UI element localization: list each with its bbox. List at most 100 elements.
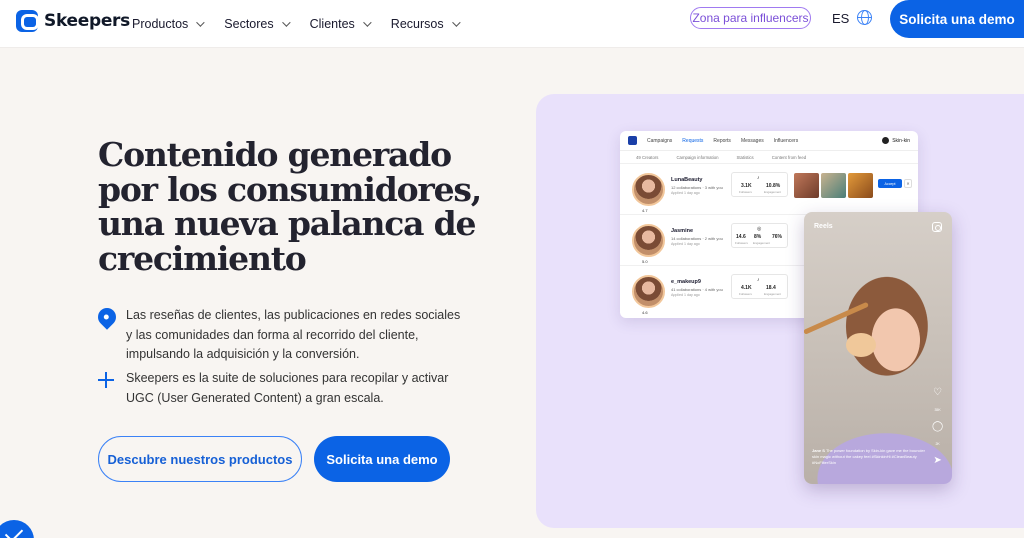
stat-label-2: Engagement bbox=[764, 190, 782, 194]
col-campaign: Campaign information bbox=[676, 154, 719, 160]
tiktok-icon: ♪ bbox=[757, 175, 760, 181]
col-content: Content from feed bbox=[771, 154, 807, 160]
reel-author: Jane S bbox=[812, 448, 825, 453]
creator-name: Jasmine bbox=[671, 228, 694, 234]
heart-icon[interactable]: ♡ bbox=[933, 388, 942, 398]
logo-text: Skeepers bbox=[44, 11, 130, 31]
main-menu: Productos Sectores Clientes Recursos bbox=[132, 0, 461, 48]
chevron-down-icon bbox=[362, 18, 372, 27]
share-icon[interactable]: ➤ bbox=[933, 456, 941, 466]
content-thumbnail[interactable] bbox=[821, 173, 846, 198]
stat-label-1: Followers bbox=[739, 190, 752, 194]
reel-preview[interactable]: Reels ♡ 35K ◯ 2K ➤ Jane S The power foun… bbox=[804, 212, 952, 484]
menu-recursos[interactable]: Recursos bbox=[390, 17, 461, 31]
comment-icon[interactable]: ◯ bbox=[932, 422, 943, 432]
avatar bbox=[632, 275, 665, 308]
influencer-zone-button[interactable]: Zona para influencers bbox=[690, 7, 811, 29]
creator-name: e_makeup9 bbox=[671, 279, 701, 285]
skeepers-logo-icon bbox=[16, 10, 39, 32]
stat-label-1: Followers bbox=[735, 241, 748, 245]
reel-caption: Jane S The power foundation by Skin-kin … bbox=[812, 448, 930, 466]
stat-label-1: Followers bbox=[739, 292, 752, 296]
dashboard-topbar: Campaigns Requests Reports Messages Infl… bbox=[620, 131, 918, 151]
hero-demo-button[interactable]: Solicita una demo bbox=[314, 436, 450, 482]
col-statistics: Statistics bbox=[736, 154, 754, 160]
dashboard-user-name: Skin-kin bbox=[892, 137, 910, 144]
makeup-brush-head bbox=[846, 333, 876, 357]
menu-productos-label: Productos bbox=[132, 17, 189, 31]
feature-suite-text: Skeepers es la suite de soluciones para … bbox=[126, 371, 449, 405]
makeup-brush-handle bbox=[804, 301, 869, 335]
creator-applied: Applied 1 day ago bbox=[671, 242, 700, 246]
menu-recursos-label: Recursos bbox=[390, 17, 444, 31]
hero-title: Contenido generado por los consumidores,… bbox=[98, 135, 482, 278]
dashboard-logo-icon bbox=[628, 136, 637, 145]
creator-meta: 41 collaborations · 4 with you bbox=[671, 287, 723, 292]
tab-requests[interactable]: Requests bbox=[682, 138, 703, 144]
creator-name: LunaBeauty bbox=[671, 177, 703, 183]
discover-products-button[interactable]: Descubre nuestros productos bbox=[98, 436, 302, 482]
language-selector[interactable]: ES bbox=[832, 11, 849, 26]
dashboard-columns: 49 Creators Campaign information Statist… bbox=[620, 151, 918, 164]
menu-productos[interactable]: Productos bbox=[132, 17, 205, 31]
feature-reviews: Las reseñas de clientes, las publicacion… bbox=[94, 304, 468, 365]
comment-count: 2K bbox=[935, 442, 940, 446]
stat-value-1: 4.1K bbox=[741, 285, 752, 291]
stat-value-2: 8% bbox=[754, 234, 762, 240]
tab-influencers[interactable]: Influencers bbox=[774, 138, 798, 144]
creator-rating: 4.6 bbox=[642, 310, 648, 315]
reels-label: Reels bbox=[814, 223, 833, 230]
stat-value-1: 3.1K bbox=[741, 183, 752, 189]
user-avatar bbox=[882, 137, 890, 144]
stat-label-2: Engagement bbox=[753, 241, 771, 245]
content-thumbnail[interactable] bbox=[794, 173, 819, 198]
plus-icon bbox=[98, 372, 114, 388]
feature-reviews-text: Las reseñas de clientes, las publicacion… bbox=[126, 308, 461, 361]
stat-value-2: 18.4 bbox=[766, 285, 776, 291]
tiktok-icon: ♪ bbox=[757, 277, 760, 283]
menu-clientes-label: Clientes bbox=[309, 17, 355, 31]
creator-meta: 12 collaborations · 3 with you bbox=[671, 185, 723, 190]
decline-button[interactable]: ✕ bbox=[904, 179, 912, 188]
rocket-icon bbox=[94, 304, 120, 330]
tab-reports[interactable]: Reports bbox=[713, 138, 731, 144]
menu-sectores-label: Sectores bbox=[224, 17, 274, 31]
chevron-down-icon bbox=[451, 18, 461, 27]
stat-value-2: 10.8% bbox=[766, 183, 781, 189]
creator-rating: 5.0 bbox=[642, 259, 648, 264]
creator-row[interactable]: 4.7 LunaBeauty 12 collaborations · 3 wit… bbox=[620, 164, 918, 215]
chevron-down-icon bbox=[281, 18, 291, 27]
dashboard-user[interactable]: Skin-kin bbox=[882, 137, 910, 144]
plus-icon-wrap bbox=[98, 369, 118, 408]
avatar bbox=[632, 224, 665, 257]
content-thumbnail[interactable] bbox=[848, 173, 873, 198]
stat-value-3: 76% bbox=[772, 234, 783, 240]
avatar bbox=[632, 173, 665, 206]
tab-messages[interactable]: Messages bbox=[741, 138, 764, 144]
reel-actions: ♡ 35K ◯ 2K ➤ bbox=[932, 388, 943, 466]
content-thumbnails bbox=[794, 173, 873, 198]
like-count: 35K bbox=[934, 408, 941, 412]
creator-stats: ♪ 4.1K 18.4 Followers Engagement bbox=[731, 274, 788, 299]
col-creators: 49 Creators bbox=[636, 154, 659, 160]
top-navigation: Skeepers Productos Sectores Clientes Rec… bbox=[0, 0, 1024, 48]
globe-icon[interactable] bbox=[857, 10, 872, 25]
feature-suite: Skeepers es la suite de soluciones para … bbox=[98, 369, 468, 408]
skeepers-logo[interactable]: Skeepers bbox=[16, 10, 130, 32]
menu-clientes[interactable]: Clientes bbox=[309, 17, 372, 31]
chat-widget-icon[interactable] bbox=[0, 520, 34, 538]
instagram-icon: ◎ bbox=[757, 226, 762, 232]
chevron-down-icon bbox=[196, 18, 205, 27]
nav-demo-button[interactable]: Solicita una demo bbox=[890, 0, 1024, 38]
stat-label-2: Engagement bbox=[764, 292, 782, 296]
instagram-icon bbox=[932, 222, 942, 232]
creator-stats: ◎ 14.6 8% 76% Followers Engagement bbox=[731, 223, 788, 248]
tab-campaigns[interactable]: Campaigns bbox=[647, 138, 672, 144]
creator-applied: Applied 1 day ago bbox=[671, 191, 700, 195]
stat-value-1: 14.6 bbox=[736, 234, 746, 240]
accept-button[interactable]: Accept bbox=[878, 179, 902, 188]
creator-stats: ♪ 3.1K 10.8% Followers Engagement bbox=[731, 172, 788, 197]
rocket-icon-wrap bbox=[94, 304, 120, 365]
menu-sectores[interactable]: Sectores bbox=[224, 17, 291, 31]
creator-rating: 4.7 bbox=[642, 208, 648, 213]
